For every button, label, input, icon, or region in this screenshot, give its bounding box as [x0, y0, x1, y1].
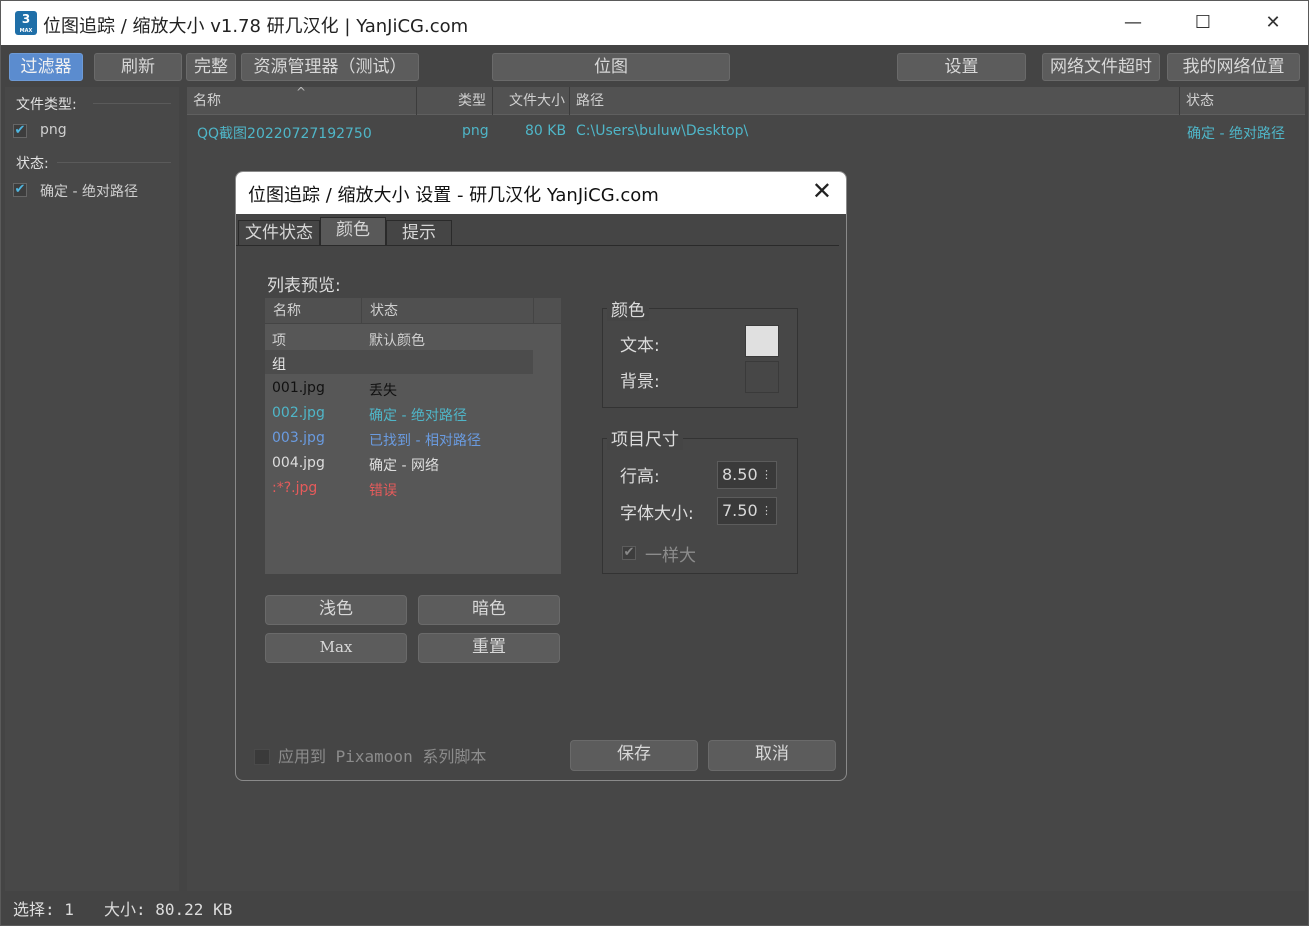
- status-bar: 选择: 1 大小: 80.22 KB: [1, 891, 1308, 925]
- spinner-arrows-icon[interactable]: ⋮: [761, 462, 772, 488]
- preview-error-name: :*?.jpg: [272, 480, 318, 496]
- font-size-spinner[interactable]: 7.50 ⋮: [717, 497, 777, 525]
- same-size-label: 一样大: [645, 546, 696, 566]
- close-button[interactable]: ✕: [1238, 1, 1308, 45]
- light-theme-button[interactable]: 浅色: [265, 595, 407, 625]
- filter-sidebar: 文件类型: ✔ png 状态: ✔ 确定 - 绝对路径: [5, 87, 179, 891]
- preview-missing-status: 丢失: [369, 383, 397, 399]
- status-ok-label: 确定 - 绝对路径: [40, 184, 138, 200]
- divider: [93, 103, 171, 104]
- selection-count: 选择: 1: [13, 900, 74, 919]
- dialog-title-bar: 位图追踪 / 缩放大小 设置 - 研几汉化 YanJiCG.com ✕: [236, 172, 846, 214]
- preview-error-status: 错误: [369, 483, 397, 499]
- tab-divider: [236, 245, 839, 246]
- status-heading: 状态:: [16, 156, 49, 172]
- bg-color-label: 背景:: [620, 372, 660, 392]
- preview-item-name: 项: [272, 333, 286, 349]
- tab-colors[interactable]: 颜色: [320, 217, 386, 246]
- complete-button[interactable]: 完整: [186, 53, 236, 81]
- preview-network-name: 004.jpg: [272, 455, 325, 471]
- settings-dialog: 位图追踪 / 缩放大小 设置 - 研几汉化 YanJiCG.com ✕ 文件状态…: [235, 171, 847, 781]
- sort-indicator-icon: ^: [296, 85, 307, 99]
- maximize-button[interactable]: ☐: [1168, 1, 1238, 45]
- row-name: QQ截图20220727192750: [197, 126, 372, 142]
- same-size-checkbox[interactable]: ✔: [622, 546, 636, 560]
- divider: [57, 162, 171, 163]
- minimize-button[interactable]: —: [1098, 1, 1168, 45]
- dialog-title: 位图追踪 / 缩放大小 设置 - 研几汉化 YanJiCG.com: [248, 185, 659, 206]
- save-button[interactable]: 保存: [570, 740, 698, 771]
- explorer-button[interactable]: 资源管理器（测试）: [241, 53, 419, 81]
- preview-group-name: 组: [272, 357, 286, 373]
- list-preview: 名称 状态 项 默认颜色 组 001.jpg 丢失 002.jpg 确定 - 绝…: [265, 298, 561, 574]
- title-bar: 3 MAX 位图追踪 / 缩放大小 v1.78 研几汉化 | YanJiCG.co…: [1, 1, 1308, 45]
- col-header-status[interactable]: 状态: [1180, 87, 1305, 115]
- dialog-close-icon[interactable]: ✕: [812, 177, 832, 205]
- row-status: 确定 - 绝对路径: [1187, 126, 1285, 142]
- apply-pixamoon-checkbox[interactable]: [254, 749, 270, 765]
- col-header-size[interactable]: 文件大小: [493, 87, 570, 115]
- filter-button[interactable]: 过滤器: [9, 53, 83, 81]
- col-header-type[interactable]: 类型: [417, 87, 493, 115]
- preview-network-status: 确定 - 网络: [369, 458, 439, 474]
- preview-group-row: [265, 350, 533, 374]
- png-checkbox[interactable]: ✔: [13, 124, 27, 138]
- settings-button[interactable]: 设置: [897, 53, 1026, 81]
- row-path: C:\Users\buluw\Desktop\: [576, 123, 749, 139]
- max-theme-button[interactable]: Max: [265, 633, 407, 663]
- preview-found-name: 003.jpg: [272, 430, 325, 446]
- font-size-label: 字体大小:: [620, 504, 694, 524]
- row-height-label: 行高:: [620, 467, 660, 487]
- my-network-button[interactable]: 我的网络位置: [1167, 53, 1300, 81]
- file-type-heading: 文件类型:: [16, 97, 77, 113]
- apply-pixamoon-label: 应用到 Pixamoon 系列脚本: [278, 747, 487, 766]
- network-timeout-button[interactable]: 网络文件超时: [1042, 53, 1160, 81]
- bitmap-button[interactable]: 位图: [492, 53, 730, 81]
- item-size-group-title: 项目尺寸: [607, 425, 683, 450]
- preview-ok-status: 确定 - 绝对路径: [369, 408, 467, 424]
- 3dsmax-app-icon: 3 MAX: [15, 11, 37, 35]
- status-ok-checkbox[interactable]: ✔: [13, 183, 27, 197]
- preview-col-name: 名称: [265, 298, 362, 324]
- preview-ok-name: 002.jpg: [272, 405, 325, 421]
- spinner-arrows-icon[interactable]: ⋮: [761, 498, 772, 524]
- bg-color-swatch[interactable]: [745, 361, 779, 393]
- text-color-swatch[interactable]: [745, 325, 779, 357]
- tab-file-status[interactable]: 文件状态: [238, 220, 320, 246]
- dark-theme-button[interactable]: 暗色: [418, 595, 560, 625]
- list-header: 名称 ^ 类型 文件大小 路径 状态: [187, 85, 1305, 115]
- text-color-label: 文本:: [620, 336, 660, 356]
- preview-missing-name: 001.jpg: [272, 380, 325, 396]
- selection-size: 大小: 80.22 KB: [104, 900, 233, 919]
- refresh-button[interactable]: 刷新: [94, 53, 182, 81]
- preview-item-status: 默认颜色: [369, 333, 425, 349]
- preview-found-status: 已找到 - 相对路径: [369, 433, 481, 449]
- reset-button[interactable]: 重置: [418, 633, 560, 663]
- color-group-title: 颜色: [607, 296, 649, 321]
- preview-col-status: 状态: [362, 298, 534, 324]
- window-title: 位图追踪 / 缩放大小 v1.78 研几汉化 | YanJiCG.com: [43, 16, 469, 37]
- preview-header: 名称 状态: [265, 298, 561, 324]
- app-window: 3 MAX 位图追踪 / 缩放大小 v1.78 研几汉化 | YanJiCG.co…: [0, 0, 1309, 926]
- tab-tips[interactable]: 提示: [386, 220, 452, 246]
- col-header-path[interactable]: 路径: [570, 87, 1180, 115]
- color-group: [602, 308, 798, 408]
- row-type: png: [462, 123, 489, 139]
- file-type-png-label: png: [40, 122, 67, 138]
- preview-label: 列表预览:: [267, 276, 341, 296]
- row-size: 80 KB: [525, 123, 567, 139]
- row-height-spinner[interactable]: 8.50 ⋮: [717, 461, 777, 489]
- cancel-button[interactable]: 取消: [708, 740, 836, 771]
